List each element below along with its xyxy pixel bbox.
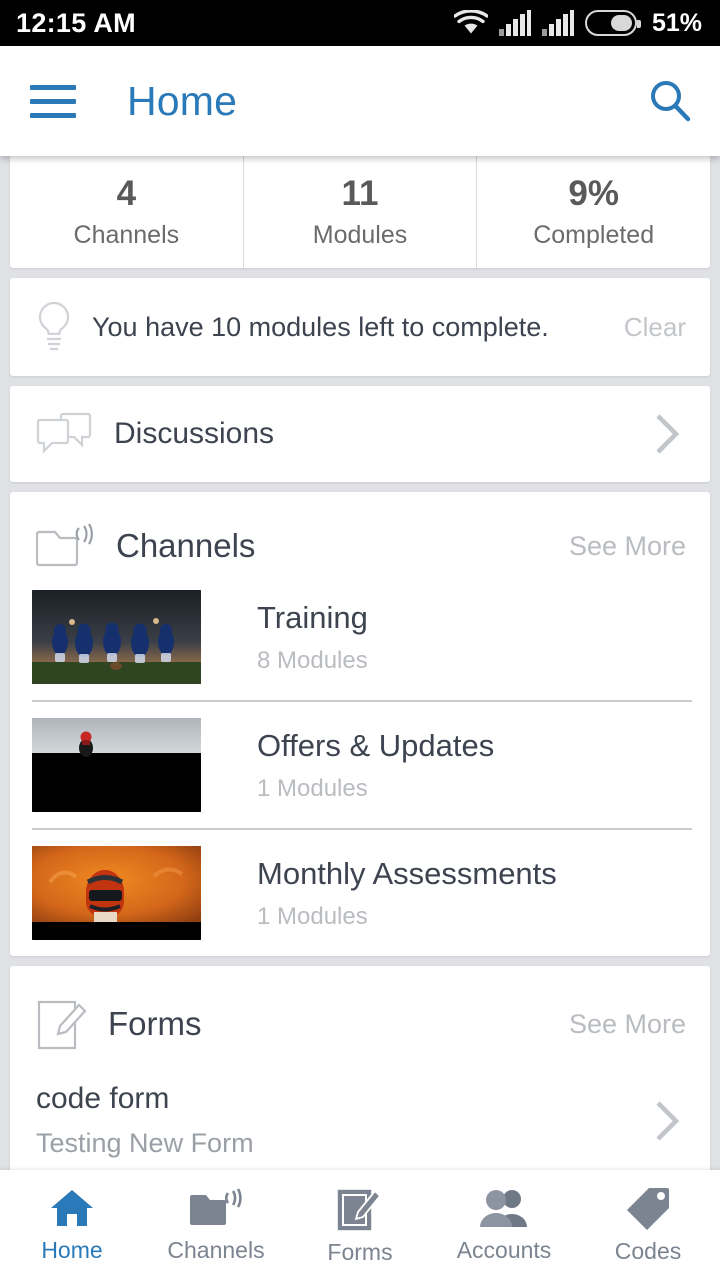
channel-thumbnail bbox=[32, 846, 201, 940]
discussions-label: Discussions bbox=[114, 417, 275, 450]
channel-list-item[interactable]: Monthly Assessments 1 Modules bbox=[32, 828, 692, 956]
forms-card: Forms See More code form Testing New For… bbox=[10, 966, 710, 1170]
nav-label: Accounts bbox=[456, 1236, 552, 1263]
lightbulb-icon bbox=[38, 301, 70, 351]
scroll-content[interactable]: 4 Channels 11 Modules 9% Completed You h… bbox=[0, 156, 720, 1170]
chevron-right-icon bbox=[656, 414, 680, 454]
people-icon bbox=[480, 1189, 527, 1227]
forms-section-header: Forms See More bbox=[10, 966, 710, 1056]
stat-value: 9% bbox=[568, 173, 619, 213]
stat-label: Modules bbox=[312, 221, 408, 250]
stat-value: 11 bbox=[341, 173, 379, 213]
nav-item-codes[interactable]: Codes bbox=[576, 1170, 720, 1280]
battery-icon bbox=[584, 10, 641, 36]
channel-name: Monthly Assessments bbox=[257, 855, 557, 891]
channel-thumbnail bbox=[32, 590, 201, 684]
channel-thumbnail bbox=[32, 718, 201, 812]
cellular-signal-2-icon bbox=[541, 10, 574, 36]
form-list-item[interactable]: code form Testing New Form bbox=[10, 1056, 710, 1159]
home-icon bbox=[51, 1189, 93, 1226]
nav-item-home[interactable]: Home bbox=[0, 1170, 144, 1280]
stats-card: 4 Channels 11 Modules 9% Completed bbox=[10, 156, 710, 268]
status-bar: 12:15 AM 51% bbox=[0, 0, 720, 46]
channel-module-count: 8 Modules bbox=[257, 646, 368, 674]
channel-list-item[interactable]: Offers & Updates 1 Modules bbox=[32, 700, 692, 828]
channels-section-title: Channels bbox=[116, 527, 256, 564]
forms-section-title: Forms bbox=[108, 1005, 202, 1042]
channel-module-count: 1 Modules bbox=[257, 902, 368, 930]
channel-list-item[interactable]: Training 8 Modules bbox=[32, 574, 692, 700]
nav-item-accounts[interactable]: Accounts bbox=[432, 1170, 576, 1280]
clear-notice-button[interactable]: Clear bbox=[612, 312, 686, 343]
document-pencil-icon bbox=[37, 1000, 87, 1050]
form-subtitle: Testing New Form bbox=[36, 1128, 254, 1158]
channel-module-count: 1 Modules bbox=[257, 774, 368, 802]
wifi-icon bbox=[453, 9, 488, 33]
chevron-right-icon bbox=[656, 1100, 680, 1141]
nav-item-forms[interactable]: Forms bbox=[288, 1170, 432, 1280]
status-bar-clock: 12:15 AM bbox=[16, 7, 136, 38]
form-name: code form bbox=[36, 1082, 170, 1115]
page-title: Home bbox=[127, 77, 238, 124]
channels-section-header: Channels See More bbox=[10, 492, 710, 574]
channel-name: Training bbox=[257, 599, 368, 635]
document-pencil-icon bbox=[337, 1189, 382, 1230]
hamburger-menu-icon[interactable] bbox=[30, 84, 76, 118]
stat-channels: 4 Channels bbox=[10, 156, 243, 268]
discussions-row[interactable]: Discussions bbox=[10, 386, 710, 482]
notice-card: You have 10 modules left to complete. Cl… bbox=[10, 278, 710, 376]
channel-name: Offers & Updates bbox=[257, 727, 495, 763]
chat-bubbles-icon bbox=[36, 412, 92, 454]
stat-modules: 11 Modules bbox=[242, 156, 477, 268]
channels-card: Channels See More Training 8 Modules Off… bbox=[10, 492, 710, 956]
folder-broadcast-icon bbox=[36, 523, 93, 567]
stat-completed: 9% Completed bbox=[476, 156, 710, 268]
app-bar: Home bbox=[0, 46, 720, 156]
nav-label: Forms bbox=[327, 1238, 393, 1265]
battery-percent-label: 51% bbox=[651, 8, 702, 37]
nav-item-channels[interactable]: Channels bbox=[144, 1170, 288, 1280]
app-screen: 12:15 AM 51% Home 4 Channels 11 Modules … bbox=[0, 0, 720, 1280]
channels-see-more-button[interactable]: See More bbox=[569, 531, 686, 562]
nav-label: Channels bbox=[167, 1236, 265, 1263]
search-icon[interactable] bbox=[646, 77, 694, 125]
folder-broadcast-icon bbox=[190, 1187, 242, 1225]
notice-text: You have 10 modules left to complete. bbox=[92, 311, 549, 342]
nav-label: Codes bbox=[614, 1237, 682, 1264]
stat-label: Completed bbox=[533, 221, 655, 250]
nav-label: Home bbox=[41, 1236, 103, 1263]
cellular-signal-icon bbox=[498, 10, 531, 36]
stat-label: Channels bbox=[73, 221, 180, 250]
forms-see-more-button[interactable]: See More bbox=[569, 1009, 686, 1040]
bottom-navigation-bar: Home Channels Forms Accounts Codes bbox=[0, 1170, 720, 1280]
tag-icon bbox=[627, 1187, 669, 1230]
stat-value: 4 bbox=[116, 173, 137, 213]
